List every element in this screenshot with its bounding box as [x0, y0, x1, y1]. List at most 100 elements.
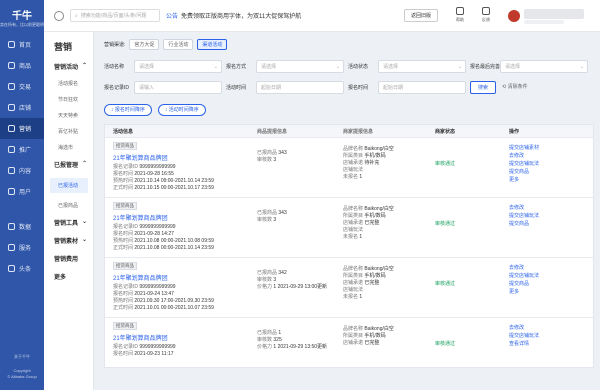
field-value: Baikong/白空	[364, 146, 394, 152]
activity-tag: 招货商品	[113, 142, 137, 150]
submenu-group-registered[interactable]: 已报管理 ⌃	[54, 160, 93, 169]
activity-name-select[interactable]: 请选择 ⌄	[134, 60, 222, 73]
review-count-line: 审核数 325	[257, 337, 339, 344]
action-link[interactable]: 提交商品	[509, 168, 593, 176]
channel-chip-selected[interactable]: 渠道活动	[197, 38, 228, 50]
back-to-old-version-button[interactable]: 返回旧版	[404, 9, 438, 22]
filter-signup-time: 报名时间 起始日期	[348, 81, 466, 94]
action-link[interactable]: 提交店铺玩法	[509, 332, 593, 340]
help-icon	[456, 7, 464, 15]
record-id-line: 报名记录ID 9999999999999	[113, 224, 253, 231]
sidebar-item-service[interactable]: 服务	[0, 237, 44, 258]
status-badge: 审核通过	[435, 161, 456, 167]
sidebar-item-goods[interactable]: 商品	[0, 55, 44, 76]
signup-method-select[interactable]: 请选择 ⌄	[256, 60, 344, 73]
activity-title-link[interactable]: 21年聚划算商品牌团	[113, 333, 253, 342]
sidebar-item-news[interactable]: 头条	[0, 258, 44, 279]
reg-time-line: 报名时间 2021-09-23 11:17	[113, 351, 253, 358]
submenu-item[interactable]: 海选市	[58, 144, 93, 151]
field-label: 店铺玩法	[343, 227, 364, 233]
submenu-group-tools[interactable]: 营销工具 ⌄	[54, 218, 93, 227]
field-label: 所属类目	[343, 273, 364, 279]
submenu-item[interactable]: 已报商品	[58, 202, 93, 209]
sidebar-item-home[interactable]: 首页	[0, 34, 44, 55]
clear-filters-button[interactable]: ⟲ 清除条件	[502, 81, 528, 94]
action-link[interactable]: 提交店铺玩法	[509, 212, 593, 220]
sidebar-item-label: 内容	[19, 169, 32, 175]
field-label: 报名时间	[113, 231, 134, 237]
field-label: 审核数	[257, 217, 273, 223]
submenu-group-materials[interactable]: 营销素材 ⌄	[54, 236, 93, 245]
field-label: 店铺承诺	[343, 160, 364, 166]
chevron-down-icon: ⌄	[579, 63, 584, 70]
field-label: 品牌名称	[343, 146, 364, 152]
table-row: 招货商品 21年聚划算商品牌团 报名记录ID 9999999999999 报名时…	[105, 137, 593, 197]
promise-line: 店铺承诺 已完整	[343, 280, 431, 287]
filter-label: 活动时间	[226, 85, 247, 91]
field-label: 品牌名称	[343, 206, 364, 212]
sidebar-item-label: 交易	[19, 85, 32, 91]
avatar[interactable]	[508, 10, 520, 22]
submenu-item-registered-activity[interactable]: 已报活动	[50, 178, 88, 193]
brand-line: 品牌名称 Baikong/白空	[343, 206, 431, 213]
history-icon[interactable]	[54, 10, 64, 21]
action-link[interactable]: 提交店铺玩法	[509, 272, 593, 280]
activity-title-link[interactable]: 21年聚划算商品牌团	[113, 153, 253, 162]
sidebar-item-content[interactable]: 内容	[0, 160, 44, 181]
field-value: 2021.10.08 00:00-2021.10.14 23:59	[134, 245, 214, 251]
action-link[interactable]: 查看详情	[509, 340, 593, 348]
more-actions-link[interactable]: 更多	[509, 288, 593, 296]
action-link[interactable]: 去修改	[509, 324, 593, 332]
record-id-line: 报名记录ID 9999999999999	[113, 164, 253, 171]
submenu-group-fees[interactable]: 营销费用	[54, 254, 93, 263]
action-link[interactable]: 提交店铺素材	[509, 144, 593, 152]
chevron-down-icon: ⌄	[81, 237, 87, 243]
action-link[interactable]: 去修改	[509, 152, 593, 160]
field-value: 2021.10.14 09:00-2021.10.14 23:59	[134, 178, 214, 184]
more-actions-link[interactable]: 更多	[509, 176, 593, 184]
activity-status-select[interactable]: 请选择 ⌄	[378, 60, 466, 73]
merchant-info: 品牌名称 Baikong/白空 所属类目 手机/数码 店铺承诺 已完整	[339, 318, 431, 367]
action-link[interactable]: 去修改	[509, 264, 593, 272]
submenu-item[interactable]: 活动报名	[58, 80, 93, 87]
sidebar-item-data[interactable]: 数据	[0, 216, 44, 237]
sort-by-signup-time[interactable]: ↕ 报名时间降序	[104, 104, 152, 116]
sort-by-activity-time[interactable]: ↕ 活动时间降序	[157, 104, 206, 116]
help-button[interactable]: 帮助	[450, 7, 470, 23]
channel-chip[interactable]: 官方大促	[129, 38, 160, 50]
activity-title-link[interactable]: 21年聚划算商品牌团	[113, 213, 253, 222]
notice-banner[interactable]: 公告 免费领取正版商用字体，为双11大促保驾护航	[166, 11, 301, 20]
brand-logo[interactable]: 千牛 卖在所有，比以前更聪明	[0, 0, 44, 34]
filter-activity-status: 活动状态 请选择 ⌄	[348, 60, 466, 73]
action-link[interactable]: 提交商品	[509, 280, 593, 288]
filter-label: 报名时间	[348, 85, 369, 91]
group-label: 营销工具	[54, 221, 79, 227]
sidebar-item-shop[interactable]: 店铺	[0, 97, 44, 118]
sidebar-item-promotion[interactable]: 推广	[0, 139, 44, 160]
search-button[interactable]: 搜索	[470, 81, 496, 94]
sidebar-item-trade[interactable]: 交易	[0, 76, 44, 97]
feedback-button[interactable]: 反馈	[476, 7, 496, 23]
submenu-item[interactable]: 节日狂欢	[58, 96, 93, 103]
search-icon: ⌕	[75, 12, 78, 19]
service-icon	[8, 244, 15, 251]
search-input[interactable]: ⌕ 搜索功能/商品/页面/头条/问题	[70, 9, 160, 22]
submenu-group-more[interactable]: 更多	[54, 272, 93, 281]
signup-complete-select[interactable]: 请选择 ⌄	[500, 60, 588, 73]
signup-time-picker[interactable]: 起始日期	[378, 81, 466, 94]
field-value: 待补充	[364, 160, 380, 166]
action-link[interactable]: 提交店铺玩法	[509, 160, 593, 168]
activity-title-link[interactable]: 21年聚划算商品牌团	[113, 273, 253, 282]
submenu-item[interactable]: 天天特卖	[58, 112, 93, 119]
action-link[interactable]: 去修改	[509, 204, 593, 212]
about-link[interactable]: 关于千牛	[0, 354, 44, 360]
record-id-input[interactable]: 请输入	[134, 81, 222, 94]
submenu-item[interactable]: 百亿补贴	[58, 128, 93, 135]
action-link[interactable]: 提交商品	[509, 220, 593, 228]
sidebar-item-marketing[interactable]: 营销	[0, 118, 44, 139]
sidebar-item-label: 数据	[19, 225, 32, 231]
activity-time-picker[interactable]: 起始日期	[256, 81, 344, 94]
channel-chip[interactable]: 行业活动	[163, 38, 194, 50]
submenu-group-activities[interactable]: 营销活动 ⌃	[54, 62, 93, 71]
sidebar-item-user[interactable]: 用户	[0, 181, 44, 202]
